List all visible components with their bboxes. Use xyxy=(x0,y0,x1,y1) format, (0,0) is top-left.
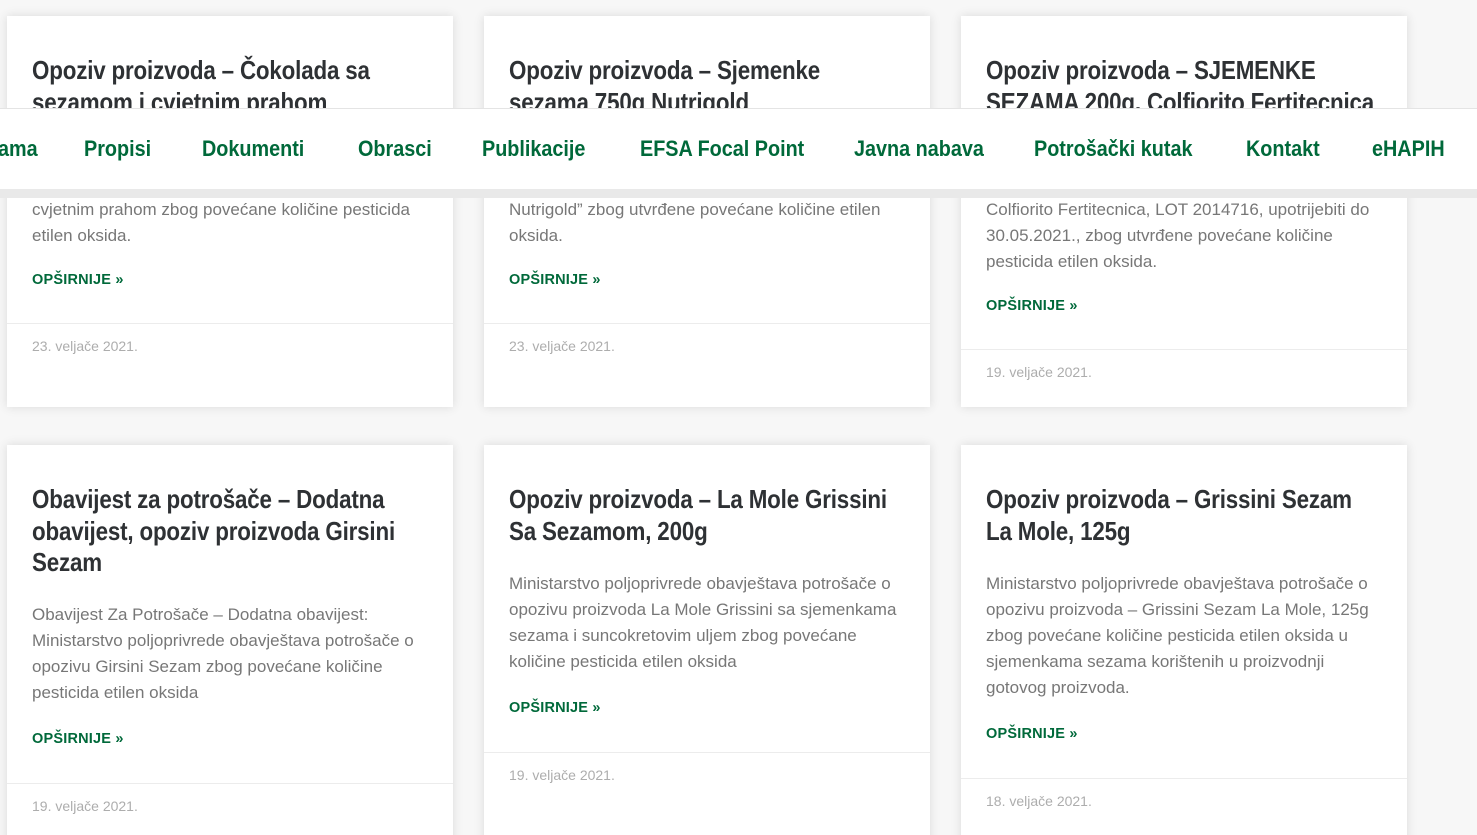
read-more-link[interactable]: OPŠIRNIJE » xyxy=(32,272,124,288)
post-title[interactable]: Obavijest za potrošače – Dodatna obavije… xyxy=(32,445,427,579)
post-excerpt: Colfiorito Fertitecnica, LOT 2014716, up… xyxy=(986,200,1370,271)
post-date: 19. veljače 2021. xyxy=(509,767,615,783)
post-excerpt: Ministarstvo poljoprivrede obavještava p… xyxy=(986,574,1369,697)
post-title[interactable]: Opoziv proizvoda – SJEMENKE SEZAMA 200g,… xyxy=(986,16,1381,118)
post-card-footer: 19. veljače 2021. xyxy=(484,752,930,834)
post-card-footer: 19. veljače 2021. xyxy=(7,783,453,835)
post-excerpt: cvjetnim prahom zbog povećane količine p… xyxy=(32,200,410,245)
post-date: 18. veljače 2021. xyxy=(986,793,1092,809)
post-card: Obavijest za potrošače – Dodatna obavije… xyxy=(7,445,453,835)
read-more-link[interactable]: OPŠIRNIJE » xyxy=(986,726,1078,742)
post-date: 19. veljače 2021. xyxy=(32,798,138,814)
post-card: Opoziv proizvoda – La Mole Grissini Sa S… xyxy=(484,445,930,835)
post-card-body: Opoziv proizvoda – La Mole Grissini Sa S… xyxy=(484,445,930,716)
nav-item-efsa-focal-point[interactable]: EFSA Focal Point xyxy=(640,136,804,162)
post-title[interactable]: Opoziv proizvoda – La Mole Grissini Sa S… xyxy=(509,445,904,547)
post-card-body: Obavijest za potrošače – Dodatna obavije… xyxy=(7,445,453,747)
nav-item-dokumenti[interactable]: Dokumenti xyxy=(202,136,304,162)
nav-item-obrasci[interactable]: Obrasci xyxy=(358,136,432,162)
post-title[interactable]: Opoziv proizvoda – Čokolada sa sezamom i… xyxy=(32,16,427,118)
post-date: 23. veljače 2021. xyxy=(509,338,615,354)
post-card-body: Opoziv proizvoda – Sjemenke sezama 750g … xyxy=(484,16,930,288)
post-title[interactable]: Opoziv proizvoda – Grissini Sezam La Mol… xyxy=(986,445,1381,547)
post-card-footer: 23. veljače 2021. xyxy=(484,323,930,405)
post-card: Opoziv proizvoda – Grissini Sezam La Mol… xyxy=(961,445,1407,835)
read-more-link[interactable]: OPŠIRNIJE » xyxy=(986,298,1078,314)
post-excerpt: Obavijest Za Potrošače – Dodatna obavije… xyxy=(32,605,414,702)
nav-item-ehapih[interactable]: eHAPIH xyxy=(1372,136,1445,162)
post-title[interactable]: Opoziv proizvoda – Sjemenke sezama 750g … xyxy=(509,16,904,118)
nav-item-javna-nabava[interactable]: Javna nabava xyxy=(854,136,984,162)
read-more-link[interactable]: OPŠIRNIJE » xyxy=(32,731,124,747)
main-navigation: ama Propisi Dokumenti Obrasci Publikacij… xyxy=(0,108,1477,198)
nav-item-potrosacki-kutak[interactable]: Potrošački kutak xyxy=(1034,136,1192,162)
post-card-body: Opoziv proizvoda – Grissini Sezam La Mol… xyxy=(961,445,1407,742)
post-card-body: Opoziv proizvoda – SJEMENKE SEZAMA 200g,… xyxy=(961,16,1407,314)
post-excerpt: Ministarstvo poljoprivrede obavještava p… xyxy=(509,574,897,671)
post-card-body: Opoziv proizvoda – Čokolada sa sezamom i… xyxy=(7,16,453,288)
post-date: 23. veljače 2021. xyxy=(32,338,138,354)
nav-item-propisi[interactable]: Propisi xyxy=(84,136,151,162)
nav-item-partial[interactable]: ama xyxy=(0,136,38,162)
post-card: Opoziv proizvoda – Sjemenke sezama 750g … xyxy=(484,16,930,407)
post-card-footer: 19. veljače 2021. xyxy=(961,349,1407,431)
post-card-footer: 18. veljače 2021. xyxy=(961,778,1407,835)
post-excerpt: Nutrigold” zbog utvrđene povećane količi… xyxy=(509,200,881,245)
read-more-link[interactable]: OPŠIRNIJE » xyxy=(509,272,601,288)
read-more-link[interactable]: OPŠIRNIJE » xyxy=(509,700,601,716)
post-card: Opoziv proizvoda – Čokolada sa sezamom i… xyxy=(7,16,453,407)
post-date: 19. veljače 2021. xyxy=(986,364,1092,380)
nav-item-publikacije[interactable]: Publikacije xyxy=(482,136,585,162)
post-card: Opoziv proizvoda – SJEMENKE SEZAMA 200g,… xyxy=(961,16,1407,407)
post-card-footer: 23. veljače 2021. xyxy=(7,323,453,405)
nav-item-kontakt[interactable]: Kontakt xyxy=(1246,136,1320,162)
